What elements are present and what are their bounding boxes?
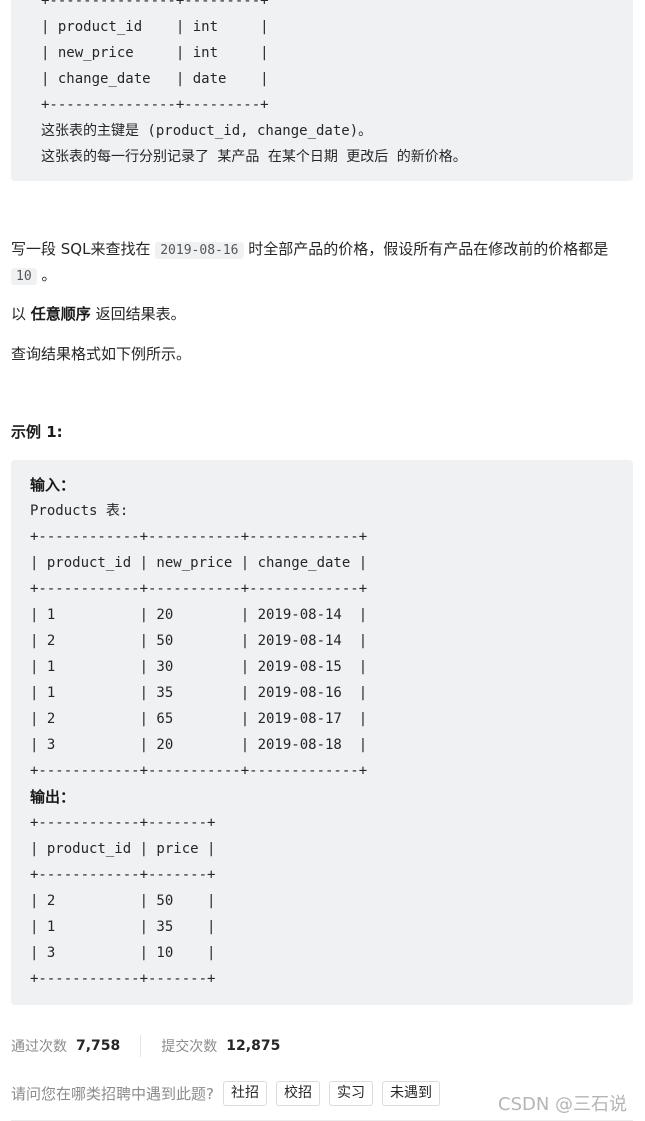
recruit-survey: 请问您在哪类招聘中遇到此题? 社招 校招 实习 未遇到 bbox=[11, 1080, 440, 1106]
primary-key-note: 这张表的主键是 (product_id, change_date)。 bbox=[41, 123, 373, 139]
table-row: | 2 | 50 | 2019-08-14 | bbox=[30, 633, 368, 649]
table-border: +---------------+---------+ bbox=[41, 97, 269, 113]
table-border: +---------------+---------+ bbox=[41, 0, 269, 9]
schema-code-block: +---------------+---------+ | product_id… bbox=[11, 0, 633, 181]
table-border: +------------+-------+ bbox=[30, 867, 216, 883]
submitted-count: 12,875 bbox=[226, 1038, 281, 1054]
table-row: | 2 | 65 | 2019-08-17 | bbox=[30, 711, 368, 727]
table-border: +------------+-----------+-------------+ bbox=[30, 529, 368, 545]
schema-row: | new_price | int | bbox=[41, 45, 269, 61]
tag-campus-recruit-button[interactable]: 校招 bbox=[275, 1080, 320, 1106]
desc-text: 写一段 SQL来查找在 bbox=[11, 240, 156, 258]
accepted-count: 7,758 bbox=[76, 1038, 121, 1054]
table-border: +------------+-----------+-------------+ bbox=[30, 581, 368, 597]
output-label: 输出： bbox=[30, 788, 76, 806]
tag-internship-button[interactable]: 实习 bbox=[328, 1080, 373, 1106]
stats-divider bbox=[140, 1035, 142, 1057]
tag-not-encountered-button[interactable]: 未遇到 bbox=[381, 1080, 440, 1106]
table-border: +------------+-------+ bbox=[30, 815, 216, 831]
schema-row: | change_date | date | bbox=[41, 71, 269, 87]
inline-code-default-price: 10 bbox=[11, 268, 37, 285]
desc-text: 时全部产品的价格，假设所有产品在修改前的价格都是 bbox=[243, 240, 609, 258]
input-label: 输入： bbox=[30, 476, 76, 494]
order-note: 以 任意顺序 返回结果表。 bbox=[11, 302, 636, 326]
desc-text: 以 bbox=[11, 305, 31, 323]
example-title: 示例 1: bbox=[11, 423, 63, 441]
table-row: | 3 | 20 | 2019-08-18 | bbox=[30, 737, 368, 753]
table-row: | 3 | 10 | bbox=[30, 945, 216, 961]
table-header: | product_id | price | bbox=[30, 841, 216, 857]
format-note: 查询结果格式如下例所示。 bbox=[11, 345, 192, 363]
submitted-label: 提交次数 bbox=[161, 1039, 218, 1055]
table-row: | 1 | 35 | bbox=[30, 919, 216, 935]
problem-description: 写一段 SQL来查找在 2019-08-16 时全部产品的价格，假设所有产品在修… bbox=[11, 237, 636, 289]
accepted-label: 通过次数 bbox=[11, 1039, 67, 1055]
desc-text: 返回结果表。 bbox=[90, 305, 186, 323]
table-header: | product_id | new_price | change_date | bbox=[30, 555, 368, 571]
table-row: | 1 | 35 | 2019-08-16 | bbox=[30, 685, 368, 701]
recruit-question: 请问您在哪类招聘中遇到此题? bbox=[11, 1084, 214, 1103]
csdn-watermark: CSDN @三石说 bbox=[498, 1094, 628, 1115]
schema-row: | product_id | int | bbox=[41, 19, 269, 35]
table-row: | 2 | 50 | bbox=[30, 893, 216, 909]
table-border: +------------+-----------+-------------+ bbox=[30, 763, 368, 779]
submission-stats: 通过次数 7,758 提交次数 12,875 bbox=[11, 1034, 280, 1058]
row-note: 这张表的每一行分别记录了 某产品 在某个日期 更改后 的新价格。 bbox=[41, 149, 467, 165]
desc-text: 。 bbox=[36, 266, 57, 284]
table-row: | 1 | 20 | 2019-08-14 | bbox=[30, 607, 368, 623]
table-caption: Products 表: bbox=[30, 503, 129, 519]
any-order-emphasis: 任意顺序 bbox=[30, 305, 91, 323]
tag-social-recruit-button[interactable]: 社招 bbox=[222, 1080, 267, 1106]
table-border: +------------+-------+ bbox=[30, 971, 216, 987]
table-row: | 1 | 30 | 2019-08-15 | bbox=[30, 659, 368, 675]
inline-code-date: 2019-08-16 bbox=[155, 242, 244, 259]
example-code-block: 输入： Products 表: +------------+----------… bbox=[11, 460, 633, 1005]
